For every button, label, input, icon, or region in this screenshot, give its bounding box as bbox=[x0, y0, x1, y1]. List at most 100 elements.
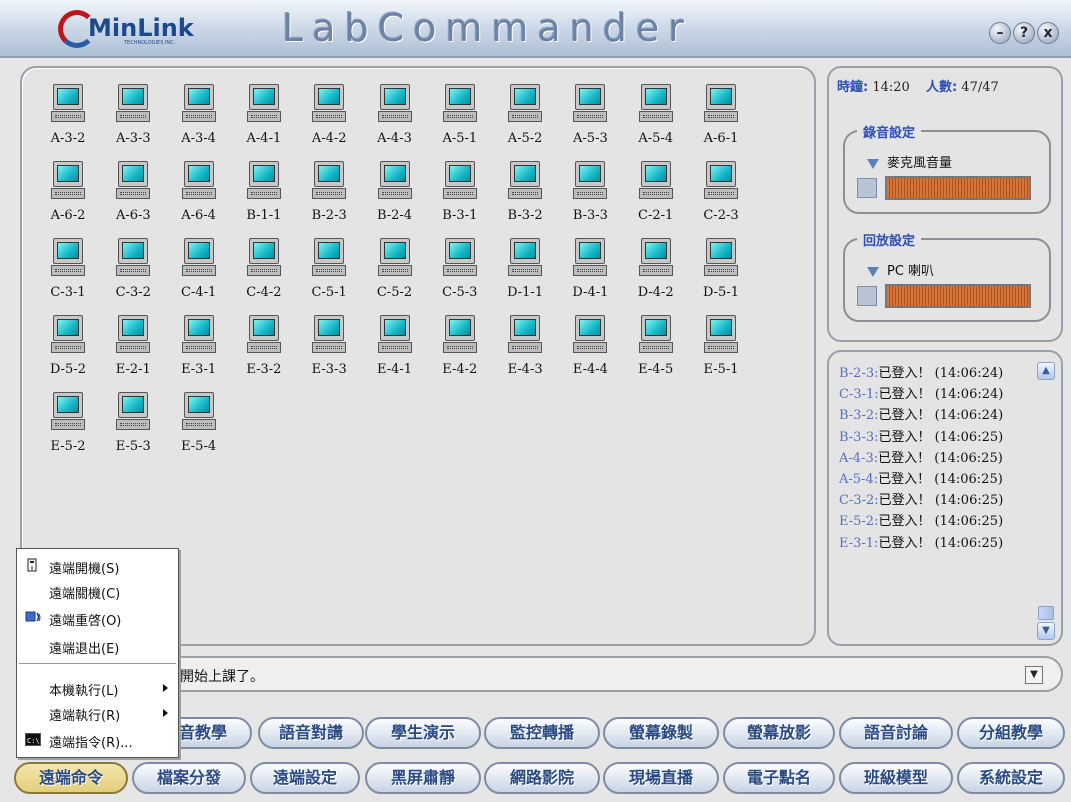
client-computer[interactable]: A-3-4 bbox=[171, 84, 227, 164]
client-computer[interactable]: D-1-1 bbox=[497, 238, 553, 318]
scroll-up-icon[interactable]: ▲ bbox=[1037, 362, 1055, 380]
client-computer[interactable]: A-4-3 bbox=[367, 84, 423, 164]
toolbar-button[interactable]: 遠端命令 bbox=[14, 762, 128, 794]
client-computer[interactable]: A-6-4 bbox=[171, 161, 227, 241]
toolbar-button[interactable]: 語音對講 bbox=[258, 717, 364, 749]
menu-item[interactable]: 遠端執行(R) bbox=[17, 702, 178, 724]
menu-item[interactable]: 遠端退出(E) bbox=[17, 635, 178, 657]
client-computer[interactable]: A-5-1 bbox=[432, 84, 488, 164]
log-scrollbar[interactable]: ▲ ▼ bbox=[1037, 362, 1055, 640]
client-computer[interactable]: C-5-1 bbox=[301, 238, 357, 318]
log-time: (14:06:25) bbox=[934, 514, 1004, 530]
client-computer[interactable]: E-3-1 bbox=[171, 315, 227, 395]
client-computer[interactable]: A-5-4 bbox=[628, 84, 684, 164]
client-computer[interactable]: B-3-1 bbox=[432, 161, 488, 241]
toolbar-button[interactable]: 螢幕錄製 bbox=[603, 717, 719, 749]
record-mute-button[interactable] bbox=[857, 178, 877, 198]
menu-item[interactable]: 遠端關機(C) bbox=[17, 580, 178, 602]
computer-icon bbox=[51, 392, 85, 432]
menu-item[interactable]: 本機執行(L) bbox=[17, 677, 178, 699]
client-computer[interactable]: E-4-1 bbox=[367, 315, 423, 395]
toolbar-button[interactable]: 分組教學 bbox=[957, 717, 1065, 749]
toolbar-button[interactable]: 班級模型 bbox=[839, 762, 953, 794]
client-computer[interactable]: C-2-1 bbox=[628, 161, 684, 241]
submenu-arrow-icon bbox=[163, 684, 168, 692]
client-computer[interactable]: B-1-1 bbox=[236, 161, 292, 241]
client-computer[interactable]: C-2-3 bbox=[693, 161, 749, 241]
client-label: A-5-1 bbox=[442, 131, 478, 146]
client-computer[interactable]: D-5-1 bbox=[693, 238, 749, 318]
client-computer[interactable]: E-5-1 bbox=[693, 315, 749, 395]
status-row: 時鐘: 14:20 人數: 47/47 bbox=[837, 76, 1011, 95]
client-label: E-3-2 bbox=[246, 362, 282, 377]
computer-icon bbox=[116, 315, 151, 355]
toolbar-button[interactable]: 學生演示 bbox=[365, 717, 481, 749]
client-computer[interactable]: A-6-3 bbox=[105, 161, 161, 241]
client-computer[interactable]: A-3-3 bbox=[105, 84, 161, 164]
svg-text:C:\: C:\ bbox=[27, 737, 40, 745]
playback-volume-slider[interactable] bbox=[885, 284, 1031, 308]
playback-mute-button[interactable] bbox=[857, 286, 877, 306]
toolbar-button[interactable]: 檔案分發 bbox=[132, 762, 246, 794]
client-label: B-2-4 bbox=[376, 208, 413, 223]
scroll-thumb[interactable] bbox=[1038, 606, 1054, 620]
client-computer[interactable]: E-4-5 bbox=[628, 315, 684, 395]
client-computer[interactable]: E-3-3 bbox=[301, 315, 357, 395]
playback-source-select[interactable]: PC 喇叭 bbox=[867, 260, 934, 279]
app-title: LabCommander bbox=[282, 6, 693, 50]
toolbar-button[interactable]: 監控轉播 bbox=[484, 717, 600, 749]
client-computer[interactable]: A-4-1 bbox=[236, 84, 292, 164]
toolbar-button[interactable]: 遠端設定 bbox=[250, 762, 360, 794]
menu-item[interactable]: 遠端重啓(O) bbox=[17, 607, 178, 629]
toolbar-button[interactable]: 網路影院 bbox=[484, 762, 600, 794]
log-host: B-3-2: bbox=[839, 408, 879, 424]
client-computer[interactable]: C-5-2 bbox=[367, 238, 423, 318]
client-computer[interactable]: E-3-2 bbox=[236, 315, 292, 395]
minimize-button[interactable]: – bbox=[989, 22, 1011, 44]
toolbar-button[interactable]: 現場直播 bbox=[603, 762, 719, 794]
client-computer[interactable]: E-5-3 bbox=[105, 392, 161, 472]
message-dropdown-icon[interactable]: ▼ bbox=[1025, 666, 1043, 684]
scroll-down-icon[interactable]: ▼ bbox=[1037, 622, 1055, 640]
toolbar-button[interactable]: 黑屏肅靜 bbox=[365, 762, 481, 794]
client-computer[interactable]: E-2-1 bbox=[105, 315, 161, 395]
client-computer[interactable]: B-3-2 bbox=[497, 161, 553, 241]
client-computer[interactable]: A-6-1 bbox=[693, 84, 749, 164]
client-computer[interactable]: A-5-2 bbox=[497, 84, 553, 164]
client-computer[interactable]: E-5-2 bbox=[40, 392, 96, 472]
client-computer[interactable]: E-4-3 bbox=[497, 315, 553, 395]
client-computer[interactable]: D-4-2 bbox=[628, 238, 684, 318]
client-computer[interactable]: C-4-2 bbox=[236, 238, 292, 318]
record-source-select[interactable]: 麥克風音量 bbox=[867, 152, 952, 171]
client-computer[interactable]: D-5-2 bbox=[40, 315, 96, 395]
computer-icon bbox=[246, 315, 281, 355]
record-volume-slider[interactable] bbox=[885, 176, 1031, 200]
computer-icon bbox=[704, 315, 738, 355]
client-computer[interactable]: C-4-1 bbox=[171, 238, 227, 318]
client-computer[interactable]: D-4-1 bbox=[562, 238, 618, 318]
client-computer[interactable]: B-2-3 bbox=[301, 161, 357, 241]
client-computer[interactable]: C-3-2 bbox=[105, 238, 161, 318]
client-computer[interactable]: B-2-4 bbox=[367, 161, 423, 241]
close-button[interactable]: x bbox=[1037, 22, 1059, 44]
client-computer[interactable]: E-4-4 bbox=[562, 315, 618, 395]
client-computer[interactable]: A-5-3 bbox=[562, 84, 618, 164]
client-computer[interactable]: A-4-2 bbox=[301, 84, 357, 164]
client-computer[interactable]: A-3-2 bbox=[40, 84, 96, 164]
menu-item[interactable]: 遠端開機(S) bbox=[17, 555, 178, 577]
toolbar-button[interactable]: 系統設定 bbox=[957, 762, 1065, 794]
client-computer[interactable]: E-4-2 bbox=[432, 315, 488, 395]
client-computer[interactable]: C-5-3 bbox=[432, 238, 488, 318]
title-bar[interactable]: MinLink TECHNOLOGIES INC. LabCommander –… bbox=[0, 0, 1071, 58]
client-computer[interactable]: B-3-3 bbox=[562, 161, 618, 241]
client-computer[interactable]: E-5-4 bbox=[171, 392, 227, 472]
toolbar-button[interactable]: 電子點名 bbox=[723, 762, 835, 794]
toolbar-button[interactable]: 語音討論 bbox=[839, 717, 953, 749]
client-computer[interactable]: A-6-2 bbox=[40, 161, 96, 241]
client-computer[interactable]: C-3-1 bbox=[40, 238, 96, 318]
log-host: B-3-3: bbox=[839, 429, 879, 445]
computer-icon bbox=[312, 84, 347, 124]
menu-item[interactable]: C:\ 遠端指令(R)... bbox=[17, 729, 178, 751]
help-button[interactable]: ? bbox=[1013, 22, 1035, 44]
toolbar-button[interactable]: 螢幕放影 bbox=[723, 717, 835, 749]
